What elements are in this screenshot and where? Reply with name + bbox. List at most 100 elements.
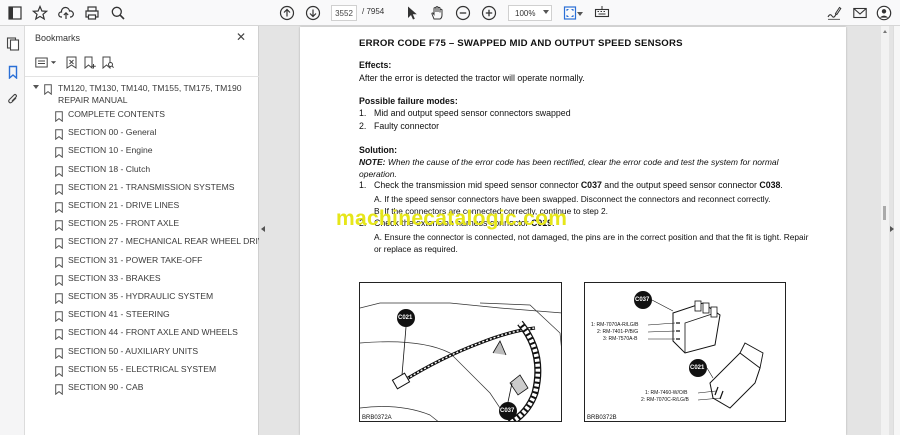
step-1-end: .: [780, 180, 783, 190]
bookmark-icon: [55, 382, 63, 396]
bookmark-label: SECTION 90 - CAB: [68, 382, 144, 392]
bookmark-item[interactable]: SECTION 27 - MECHANICAL REAR WHEEL DRIVE: [55, 235, 269, 250]
failure-2-text: Faulty connector: [374, 121, 440, 131]
bookmark-label: SECTION 27 - MECHANICAL REAR WHEEL DRIVE: [68, 236, 270, 247]
wire-label-1: 1: RM-7070A-R/LG/B: [591, 322, 639, 328]
bookmark-label: SECTION 44 - FRONT AXLE AND WHEELS: [68, 327, 238, 338]
bookmark-label: SECTION 55 - ELECTRICAL SYSTEM: [68, 363, 217, 374]
bookmark-item[interactable]: SECTION 18 - Clutch: [55, 163, 255, 177]
page-down-icon[interactable]: [303, 3, 323, 23]
zoom-dropdown-caret-icon[interactable]: [543, 10, 549, 14]
label-c037: C037: [635, 297, 650, 303]
pdf-page: ERROR CODE F75 – SWAPPED MID AND OUTPUT …: [300, 27, 846, 435]
bookmark-item[interactable]: SECTION 35 - HYDRAULIC SYSTEM: [55, 290, 255, 305]
hand-icon[interactable]: [427, 3, 447, 23]
bookmark-item[interactable]: COMPLETE CONTENTS: [55, 108, 255, 123]
bookmark-icon: [44, 82, 52, 96]
keyboard-icon[interactable]: [592, 3, 612, 23]
wire-label-2: 2: RM-7401-P/B/G: [597, 329, 639, 335]
bookmark-label: SECTION 21 - DRIVE LINES: [68, 200, 180, 210]
bookmark-label: COMPLETE CONTENTS: [68, 109, 165, 119]
bookmark-label: SECTION 00 - General: [68, 127, 157, 138]
figure-connector-pinout: C037 C021 1: RM-7070A-R/LG/B 2: RM-7401-…: [584, 282, 786, 422]
expand-right-pane-arrow-icon[interactable]: [890, 226, 894, 232]
vertical-scrollbar[interactable]: [881, 26, 889, 435]
bookmark-icon: [55, 291, 63, 305]
bookmark-label: SECTION 25 - FRONT AXLE: [68, 218, 180, 229]
right-pane-edge: [893, 26, 900, 435]
page-heading: ERROR CODE F75 – SWAPPED MID AND OUTPUT …: [359, 38, 683, 49]
bookmark-label: SECTION 31 - POWER TAKE-OFF: [68, 254, 203, 265]
search-icon[interactable]: [108, 3, 128, 23]
bookmark-item[interactable]: SECTION 33 - BRAKES: [55, 272, 255, 287]
connector-c037-ref: C037: [580, 180, 602, 190]
attachments-icon[interactable]: [4, 90, 21, 107]
page-total-label: / 7954: [362, 7, 385, 16]
collapse-caret-icon[interactable]: [33, 85, 39, 89]
bookmark-item[interactable]: SECTION 55 - ELECTRICAL SYSTEM: [55, 363, 255, 378]
label-c037: C037: [500, 408, 515, 414]
figure-left-code: BRB0372A: [362, 415, 392, 421]
bookmark-item[interactable]: SECTION 50 - AUXILIARY UNITS: [55, 345, 255, 359]
bookmark-item[interactable]: SECTION 44 - FRONT AXLE AND WHEELS: [55, 326, 255, 341]
bookmark-icon: [55, 346, 63, 359]
upload-icon[interactable]: [56, 3, 76, 23]
bookmark-label: SECTION 21 - TRANSMISSION SYSTEMS: [68, 181, 235, 192]
figure-right-code: BRB0372B: [587, 415, 617, 421]
bookmark-item[interactable]: SECTION 25 - FRONT AXLE: [55, 217, 255, 232]
select-cursor-icon[interactable]: [402, 3, 422, 23]
zoom-out-icon[interactable]: [453, 3, 473, 23]
bookmark-icon: [55, 273, 63, 287]
failure-2-number: 2.: [359, 121, 367, 131]
email-icon[interactable]: [850, 3, 870, 23]
scroll-up-arrow-icon[interactable]: [883, 30, 887, 33]
options-menu-icon[interactable]: [33, 54, 49, 70]
bookmark-item[interactable]: SECTION 41 - STEERING: [55, 308, 255, 323]
fit-dropdown-caret-icon[interactable]: [577, 12, 583, 16]
connector-c038-ref: C038: [759, 180, 781, 190]
bookmark-icon: [55, 109, 63, 123]
step-1-number: 1.: [359, 180, 367, 190]
bookmark-item[interactable]: SECTION 10 - Engine: [55, 144, 255, 159]
wire-label-5: 2: RM-7070C-R/LG/B: [641, 397, 689, 403]
close-icon[interactable]: ✕: [235, 31, 247, 43]
step-1-text: Check the transmission mid speed sensor …: [374, 180, 783, 190]
step-2-a: A. Ensure the connector is connected, no…: [374, 232, 809, 254]
page-thumbnails-icon[interactable]: [4, 35, 21, 52]
effects-label: Effects:: [359, 60, 392, 70]
note-text: When the cause of the error code has bee…: [359, 157, 779, 179]
bookmark-label: SECTION 33 - BRAKES: [68, 272, 161, 283]
bookmarks-panel-icon[interactable]: [4, 63, 21, 80]
sidebar-toggle-icon[interactable]: [5, 3, 25, 23]
page-up-icon[interactable]: [277, 3, 297, 23]
failure-1-text: Mid and output speed sensor connectors s…: [374, 108, 571, 118]
delete-bookmark-icon[interactable]: [63, 54, 79, 70]
scrollbar-thumb[interactable]: [883, 206, 886, 220]
account-icon[interactable]: [874, 3, 894, 23]
wire-label-4: 1: RM-7460-W/O/B: [645, 390, 688, 396]
bookmark-icon: [55, 255, 63, 268]
bookmark-icon: [55, 164, 63, 177]
bookmark-star-icon[interactable]: [30, 3, 50, 23]
collapse-panel-arrow-icon[interactable]: [261, 226, 265, 232]
bookmark-root-label: TM120, TM130, TM140, TM155, TM175, TM190…: [58, 83, 242, 105]
bookmark-item[interactable]: SECTION 00 - General: [55, 126, 255, 141]
label-c021: C021: [398, 315, 413, 321]
panel-divider: [25, 76, 259, 77]
effects-text: After the error is detected the tractor …: [359, 73, 585, 83]
zoom-in-icon[interactable]: [479, 3, 499, 23]
new-bookmark-icon[interactable]: [81, 54, 97, 70]
sign-icon[interactable]: [824, 3, 844, 23]
bookmark-item[interactable]: SECTION 21 - TRANSMISSION SYSTEMS: [55, 181, 255, 196]
solution-label: Solution:: [359, 145, 398, 155]
bookmark-item[interactable]: SECTION 31 - POWER TAKE-OFF: [55, 254, 255, 268]
options-caret-icon[interactable]: [49, 54, 57, 70]
page-number-input[interactable]: 3552: [331, 5, 357, 21]
bookmark-item[interactable]: SECTION 21 - DRIVE LINES: [55, 199, 255, 214]
bookmark-label: SECTION 18 - Clutch: [68, 163, 151, 174]
bookmark-item[interactable]: SECTION 90 - CAB: [55, 381, 255, 396]
find-bookmark-icon[interactable]: [99, 54, 115, 70]
note-paragraph: NOTE: When the cause of the error code h…: [359, 156, 799, 180]
bookmark-icon: [55, 236, 63, 250]
print-icon[interactable]: [82, 3, 102, 23]
